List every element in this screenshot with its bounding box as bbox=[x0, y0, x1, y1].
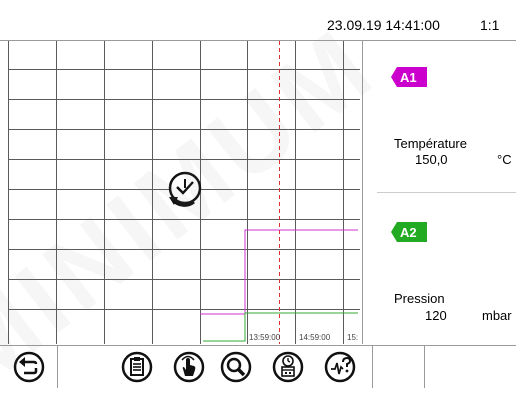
channel-panel: A1 Température 150,0 °C A2 Pression 120 … bbox=[362, 41, 516, 344]
channel-tag-a1[interactable]: A1 bbox=[391, 67, 427, 87]
toolbar-divider bbox=[57, 346, 58, 388]
search-icon bbox=[220, 351, 252, 383]
back-icon bbox=[13, 351, 45, 383]
channel-a2-unit: mbar bbox=[482, 308, 512, 323]
graph-help-button[interactable] bbox=[318, 349, 362, 385]
time-label: 15: bbox=[347, 333, 358, 342]
back-button[interactable] bbox=[7, 349, 51, 385]
clipboard-button[interactable] bbox=[115, 349, 159, 385]
channel-tag-label: A1 bbox=[400, 70, 417, 85]
trend-chart[interactable]: 13:59:00 14:59:00 15: bbox=[8, 41, 360, 344]
zoom-ratio[interactable]: 1:1 bbox=[480, 17, 499, 33]
channel-a2-value: 120 bbox=[425, 308, 447, 323]
channel-tag-label: A2 bbox=[400, 225, 417, 240]
channel-a1-unit: °C bbox=[497, 152, 512, 167]
channel-a1-value: 150,0 bbox=[415, 152, 448, 167]
screen: 23.09.19 14:41:00 1:1 13:59:00 14:59:00 … bbox=[0, 0, 516, 412]
panel-divider bbox=[377, 192, 516, 193]
channel-a2-label: Pression bbox=[394, 291, 445, 306]
history-icon[interactable] bbox=[164, 169, 204, 209]
touch-button[interactable] bbox=[167, 349, 211, 385]
datetime-display: 23.09.19 14:41:00 bbox=[327, 17, 440, 33]
channel-tag-a2[interactable]: A2 bbox=[391, 222, 427, 242]
time-label: 14:59:00 bbox=[299, 333, 331, 342]
search-button[interactable] bbox=[214, 349, 258, 385]
toolbar-divider bbox=[372, 346, 373, 388]
time-label: 13:59:00 bbox=[249, 333, 281, 342]
calendar-clock-icon bbox=[272, 351, 304, 383]
header-bar: 23.09.19 14:41:00 1:1 bbox=[0, 0, 516, 41]
graph-help-icon bbox=[324, 351, 356, 383]
calendar-clock-button[interactable] bbox=[266, 349, 310, 385]
clipboard-icon bbox=[121, 351, 153, 383]
toolbar-divider bbox=[424, 346, 425, 388]
bottom-toolbar bbox=[0, 345, 516, 388]
touch-icon bbox=[173, 351, 205, 383]
channel-a1-label: Température bbox=[394, 136, 467, 151]
